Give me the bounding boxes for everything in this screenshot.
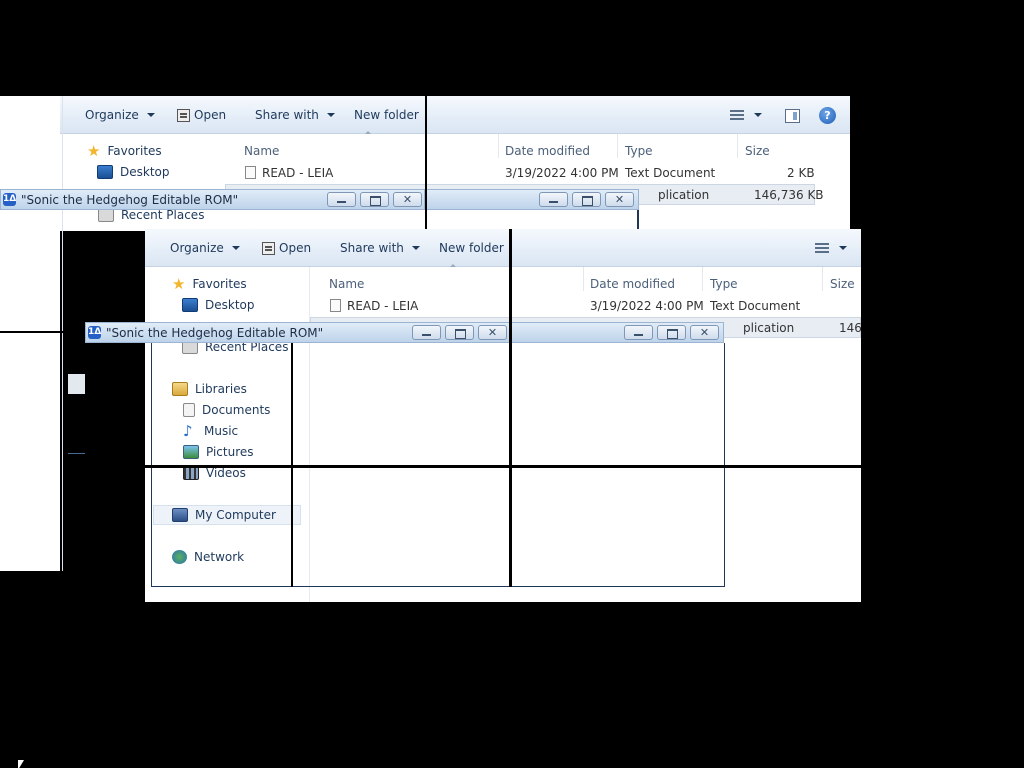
close-button[interactable]: ✕ <box>605 192 634 207</box>
glitch-line <box>425 96 427 231</box>
nav-desktop[interactable]: Desktop <box>97 165 170 179</box>
window-edge <box>62 96 63 571</box>
maximize-button[interactable] <box>445 325 474 340</box>
column-divider <box>702 267 703 291</box>
column-size[interactable]: Size <box>830 277 855 291</box>
minimize-button[interactable] <box>624 325 653 340</box>
file-name: READ - LEIA <box>330 299 418 313</box>
column-name[interactable]: Name <box>244 144 279 158</box>
help-icon[interactable]: ? <box>819 107 836 124</box>
nav-recent-places[interactable]: Recent Places <box>98 208 204 222</box>
column-size[interactable]: Size <box>745 144 770 158</box>
glitch-block <box>0 571 85 602</box>
minimize-button[interactable] <box>539 192 568 207</box>
open-button[interactable]: Open <box>262 241 311 255</box>
maximize-button[interactable] <box>360 192 389 207</box>
organize-button[interactable]: Organize <box>85 108 155 122</box>
column-header: Name Date modified Type Size <box>310 267 861 295</box>
recent-places-icon <box>98 208 114 222</box>
view-options-chevron-icon[interactable] <box>754 113 762 117</box>
share-with-button[interactable]: Share with <box>255 108 335 122</box>
nav-desktop[interactable]: Desktop <box>182 298 255 312</box>
maximize-button[interactable] <box>657 325 686 340</box>
close-button[interactable]: ✕ <box>393 192 422 207</box>
explorer-window-back: Organize Open Share with New folder ? ★ F… <box>60 96 850 231</box>
minimize-button[interactable] <box>327 192 356 207</box>
window-title: "Sonic the Hedgehog Editable ROM" <box>106 326 324 340</box>
column-divider <box>737 134 738 158</box>
command-bar: Organize Open Share with New folder <box>145 229 861 267</box>
minimize-button[interactable] <box>412 325 441 340</box>
mouse-cursor-icon <box>18 760 24 768</box>
column-divider <box>583 267 584 291</box>
view-options-icon[interactable] <box>815 243 829 253</box>
file-name: READ - LEIA <box>245 166 333 180</box>
text-file-icon <box>330 299 341 312</box>
glitch-line <box>509 229 512 587</box>
file-size: 146, <box>839 321 861 335</box>
title-bar-back[interactable]: 1Δ "Sonic the Hedgehog Editable ROM" ✕ <box>0 189 425 210</box>
file-type: plication <box>743 321 795 335</box>
close-button[interactable]: ✕ <box>690 325 719 340</box>
window-edge <box>68 453 85 454</box>
column-date-modified[interactable]: Date modified <box>505 144 590 158</box>
text-file-icon <box>245 166 256 179</box>
file-date: 3/19/2022 4:00 PM <box>505 166 619 180</box>
sort-ascending-icon <box>365 131 371 134</box>
app-icon: 1Δ <box>3 193 17 206</box>
app-icon: 1Δ <box>88 326 102 339</box>
maximize-button[interactable] <box>572 192 601 207</box>
view-options-chevron-icon[interactable] <box>839 246 847 250</box>
command-bar: Organize Open Share with New folder ? <box>60 96 850 134</box>
column-divider <box>822 267 823 291</box>
file-type: plication <box>658 188 710 202</box>
share-with-button[interactable]: Share with <box>340 241 420 255</box>
column-name[interactable]: Name <box>329 277 364 291</box>
file-size: 2 KB <box>787 166 815 180</box>
nav-favorites[interactable]: ★ Favorites <box>87 142 162 160</box>
column-type[interactable]: Type <box>710 277 738 291</box>
open-icon <box>177 108 190 122</box>
organize-button[interactable]: Organize <box>170 241 240 255</box>
column-header: Name Date modified Type Size <box>225 134 850 162</box>
nav-favorites[interactable]: ★ Favorites <box>172 275 247 293</box>
file-size: 146,736 KB <box>754 188 824 202</box>
window-edge <box>68 374 85 394</box>
title-bar-front[interactable]: 1Δ "Sonic the Hedgehog Editable ROM" ✕ <box>85 322 510 343</box>
glitch-line <box>85 465 861 468</box>
file-date: 3/19/2022 4:00 PM <box>590 299 704 313</box>
sort-ascending-icon <box>450 264 456 267</box>
glitch-line <box>0 331 85 333</box>
file-row[interactable]: READ - LEIA 3/19/2022 4:00 PM Text Docum… <box>225 163 850 184</box>
close-button[interactable]: ✕ <box>478 325 507 340</box>
file-type: Text Document <box>710 299 801 313</box>
file-row[interactable]: READ - LEIA 3/19/2022 4:00 PM Text Docum… <box>310 296 861 317</box>
column-date-modified[interactable]: Date modified <box>590 277 675 291</box>
open-button[interactable]: Open <box>177 108 226 122</box>
column-divider <box>498 134 499 158</box>
background-window-strip <box>0 96 60 571</box>
star-icon: ★ <box>87 142 101 160</box>
desktop-icon <box>97 165 113 179</box>
open-icon <box>262 241 275 255</box>
preview-pane-icon[interactable] <box>785 109 800 123</box>
title-bar-back-controls[interactable]: ✕ <box>425 189 639 210</box>
title-bar-front-controls[interactable]: ✕ <box>510 322 724 343</box>
new-folder-button[interactable]: New folder <box>354 108 419 122</box>
window-title: "Sonic the Hedgehog Editable ROM" <box>21 193 239 207</box>
file-type: Text Document <box>625 166 716 180</box>
new-folder-button[interactable]: New folder <box>439 241 504 255</box>
view-options-icon[interactable] <box>730 110 744 120</box>
column-type[interactable]: Type <box>625 144 653 158</box>
star-icon: ★ <box>172 275 186 293</box>
column-divider <box>617 134 618 158</box>
desktop-icon <box>182 298 198 312</box>
